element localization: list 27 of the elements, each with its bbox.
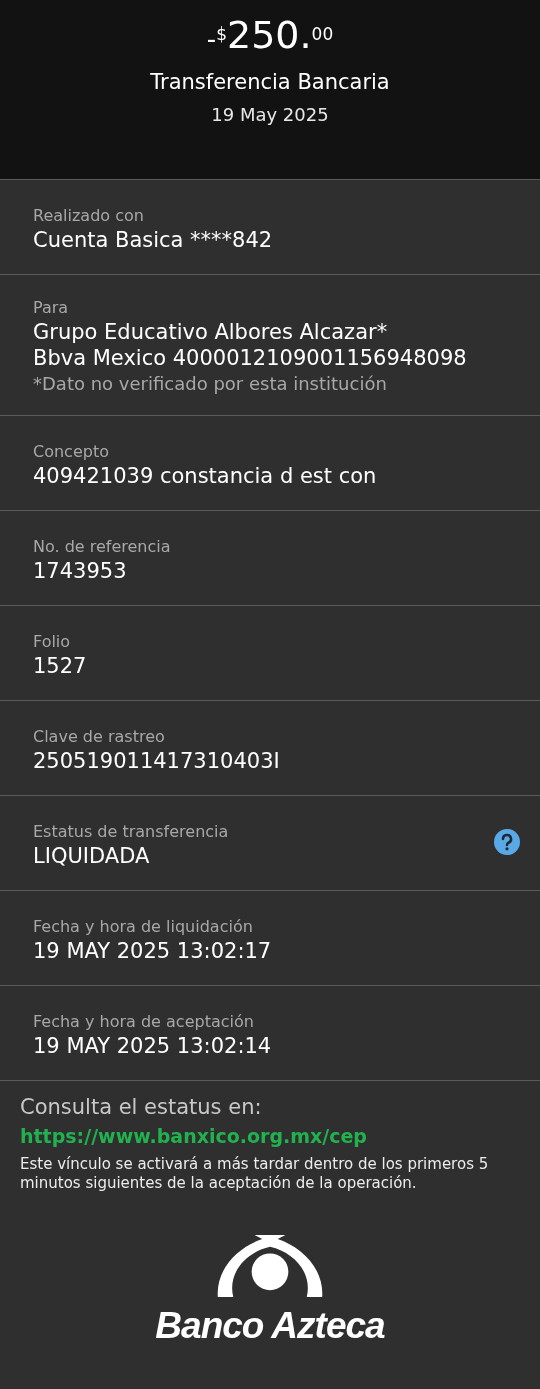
field-value: LIQUIDADA <box>33 843 151 869</box>
field-label: Para <box>33 297 70 319</box>
field-label: Concepto <box>33 441 110 463</box>
field-value: Bbva Mexico 4000012109001156948098 <box>33 345 468 371</box>
status-link[interactable]: https://www.banxico.org.mx/cep <box>20 1125 367 1147</box>
status-prompt: Consulta el estatus en: <box>20 1095 263 1119</box>
field-note: *Dato no verificado por esta institución <box>33 372 388 396</box>
help-icon[interactable] <box>494 829 520 855</box>
field-label: Fecha y hora de aceptación <box>33 1011 255 1033</box>
field-value: Grupo Educativo Albores Alcazar* <box>33 319 389 345</box>
field-label: Fecha y hora de liquidación <box>33 916 254 938</box>
field-value: 409421039 constancia d est con <box>33 463 378 489</box>
field-value: 1743953 <box>33 558 128 584</box>
field-value: 19 MAY 2025 13:02:14 <box>33 1033 273 1059</box>
field-label: Folio <box>33 631 72 653</box>
field-value: Cuenta Basica ****842 <box>33 227 274 253</box>
field-value: 250519011417310403I <box>33 748 281 774</box>
brand-name: Banco Azteca <box>155 1305 385 1347</box>
field-label: Clave de rastreo <box>33 726 166 748</box>
link-note: Este vínculo se activará a más tardar dentro de los primeros 5 minutos siguientes de la aceptación de la operación. <box>20 1155 490 1193</box>
field-value: 19 MAY 2025 13:02:17 <box>33 938 273 964</box>
field-label: Realizado con <box>33 205 145 227</box>
transaction-type: Transferencia Bancaria <box>150 70 390 94</box>
transaction-date: 19 May 2025 <box>211 104 329 125</box>
field-label: No. de referencia <box>33 536 172 558</box>
field-value: 1527 <box>33 653 88 679</box>
field-label: Estatus de transferencia <box>33 821 230 843</box>
